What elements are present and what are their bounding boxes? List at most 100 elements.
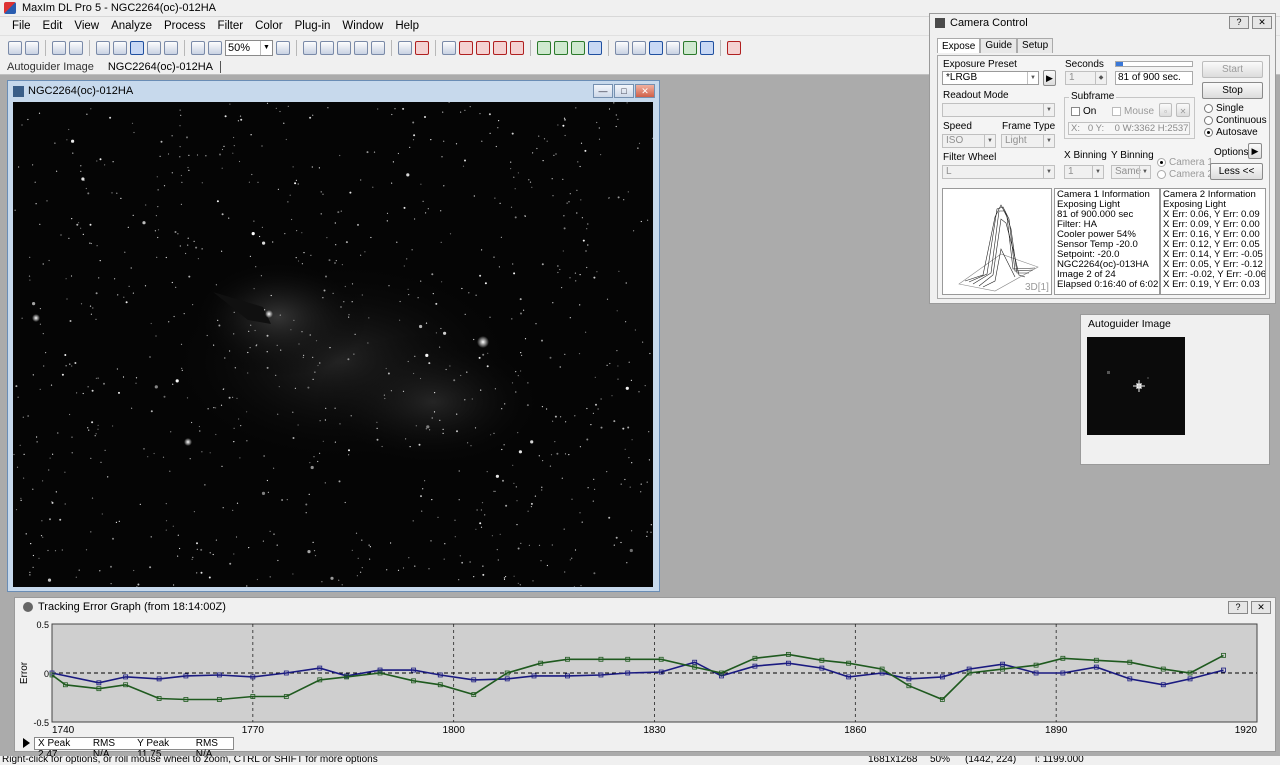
chevron-down-icon[interactable]: ▼ bbox=[1027, 72, 1038, 84]
minimize-button[interactable]: — bbox=[593, 84, 613, 98]
save-icon[interactable] bbox=[25, 40, 39, 55]
single-radio[interactable]: Single bbox=[1204, 103, 1244, 114]
tab-ngc2264[interactable]: NGC2264(oc)-012HA bbox=[101, 60, 221, 73]
stop-button[interactable]: Stop bbox=[1202, 82, 1263, 99]
autoguider-image[interactable] bbox=[1087, 337, 1185, 435]
checkbox-box[interactable] bbox=[1071, 107, 1080, 116]
menu-edit[interactable]: Edit bbox=[37, 20, 69, 32]
camera1-radio[interactable]: Camera 1 bbox=[1157, 157, 1213, 168]
screen-stretch-icon[interactable] bbox=[96, 40, 110, 55]
chevron-down-icon[interactable]: ▼ bbox=[984, 135, 995, 147]
speed-select[interactable]: ISO ▼ bbox=[942, 134, 996, 148]
overlay-icon[interactable] bbox=[632, 40, 646, 55]
copy-icon[interactable] bbox=[164, 40, 178, 55]
remove-icon[interactable] bbox=[493, 40, 507, 55]
menu-color[interactable]: Color bbox=[249, 20, 288, 32]
subframe-on-checkbox[interactable]: On bbox=[1071, 106, 1096, 117]
redo-icon[interactable] bbox=[69, 40, 83, 55]
play-icon[interactable] bbox=[23, 738, 30, 748]
image-window-titlebar[interactable]: NGC2264(oc)-012HA bbox=[8, 81, 659, 101]
chevron-down-icon[interactable]: ▼ bbox=[1043, 104, 1054, 116]
graph-icon[interactable] bbox=[683, 40, 697, 55]
tracking-error-chart[interactable]: 1740 1770 1800 1830 1860 1890 1920 0.5 0 -0.5 Erro… bbox=[15, 617, 1275, 735]
exposure-preset-select[interactable]: *LRGB ▼ bbox=[942, 71, 1039, 85]
crop-icon[interactable] bbox=[588, 40, 602, 55]
tab-guide[interactable]: Guide bbox=[980, 38, 1018, 53]
info-window-icon[interactable] bbox=[130, 40, 144, 55]
observatory-icon[interactable] bbox=[303, 40, 317, 55]
options-label[interactable]: Options bbox=[1214, 147, 1248, 158]
radio-dot[interactable] bbox=[1204, 128, 1213, 137]
subframe-select-button[interactable]: ▫ bbox=[1159, 103, 1172, 117]
tracking-graph-window[interactable]: Tracking Error Graph (from 18:14:00Z) ? … bbox=[14, 597, 1276, 760]
help-button[interactable]: ? bbox=[1228, 601, 1248, 614]
camera-icon[interactable] bbox=[371, 40, 385, 55]
chevron-down-icon[interactable]: ▼ bbox=[1092, 166, 1103, 178]
clipboard-icon[interactable] bbox=[147, 40, 161, 55]
subframe-mouse-checkbox[interactable]: Mouse bbox=[1112, 106, 1154, 117]
star-marker-icon[interactable] bbox=[727, 40, 741, 55]
tracking-graph-titlebar[interactable]: Tracking Error Graph (from 18:14:00Z) bbox=[15, 598, 1275, 616]
menu-filter[interactable]: Filter bbox=[212, 20, 250, 32]
seconds-stepper[interactable]: ◆ bbox=[1095, 72, 1106, 84]
menu-help[interactable]: Help bbox=[389, 20, 425, 32]
stack-icon[interactable] bbox=[398, 40, 412, 55]
subframe-clear-button[interactable]: ✕ bbox=[1176, 103, 1190, 117]
camera-control-titlebar[interactable]: Camera Control bbox=[930, 14, 1275, 32]
autosave-radio[interactable]: Autosave bbox=[1204, 127, 1258, 138]
image-icon[interactable] bbox=[649, 40, 663, 55]
reset-icon[interactable] bbox=[510, 40, 524, 55]
continuous-radio[interactable]: Continuous bbox=[1204, 115, 1267, 126]
radio-dot[interactable] bbox=[1157, 170, 1166, 179]
focuser-icon[interactable] bbox=[337, 40, 351, 55]
telescope-icon[interactable] bbox=[320, 40, 334, 55]
zoom-in-icon[interactable] bbox=[191, 40, 205, 55]
frame-type-select[interactable]: Light ▼ bbox=[1001, 134, 1055, 148]
camera2-radio[interactable]: Camera 2 bbox=[1157, 169, 1213, 180]
histogram-icon[interactable] bbox=[537, 40, 551, 55]
preset-play-button[interactable]: ▶ bbox=[1043, 70, 1056, 86]
radio-dot[interactable] bbox=[1157, 158, 1166, 167]
seconds-field[interactable]: 1 ◆ bbox=[1065, 71, 1107, 85]
undo-icon[interactable] bbox=[52, 40, 66, 55]
help-pointer-icon[interactable] bbox=[276, 40, 290, 55]
display-icon[interactable] bbox=[666, 40, 680, 55]
align-icon[interactable] bbox=[554, 40, 568, 55]
zoom-out-icon[interactable] bbox=[208, 40, 222, 55]
filter-wheel-icon[interactable] bbox=[354, 40, 368, 55]
window-icon[interactable] bbox=[615, 40, 629, 55]
less-button[interactable]: Less << bbox=[1210, 163, 1263, 180]
crosshair-icon[interactable] bbox=[113, 40, 127, 55]
camera-control-window[interactable]: Camera Control ? ✕ Expose Guide Setup Ex… bbox=[929, 13, 1276, 304]
help-button[interactable]: ? bbox=[1229, 16, 1249, 29]
checkbox-box[interactable] bbox=[1112, 107, 1121, 116]
combine-icon[interactable] bbox=[571, 40, 585, 55]
menu-file[interactable]: File bbox=[6, 20, 37, 32]
dropper-icon[interactable] bbox=[442, 40, 456, 55]
plus-icon[interactable] bbox=[415, 40, 429, 55]
autoguider-window[interactable]: Autoguider Image bbox=[1080, 314, 1270, 465]
calibrate-icon[interactable] bbox=[459, 40, 473, 55]
bad-pixel-icon[interactable] bbox=[476, 40, 490, 55]
x-binning-select[interactable]: 1 ▼ bbox=[1064, 165, 1104, 179]
open-icon[interactable] bbox=[8, 40, 22, 55]
menu-view[interactable]: View bbox=[68, 20, 105, 32]
tab-expose[interactable]: Expose bbox=[937, 38, 981, 53]
filter-wheel-select[interactable]: L ▼ bbox=[942, 165, 1055, 179]
close-button[interactable]: ✕ bbox=[1251, 601, 1271, 614]
y-binning-select[interactable]: Same ▼ bbox=[1111, 165, 1151, 179]
close-button[interactable]: ✕ bbox=[635, 84, 655, 98]
readout-mode-select[interactable]: ▼ bbox=[942, 103, 1055, 117]
chevron-down-icon[interactable]: ▼ bbox=[1139, 166, 1150, 178]
curve-icon[interactable] bbox=[700, 40, 714, 55]
radio-dot[interactable] bbox=[1204, 104, 1213, 113]
menu-window[interactable]: Window bbox=[336, 20, 389, 32]
tab-setup[interactable]: Setup bbox=[1017, 38, 1054, 53]
zoom-select[interactable]: 50% ▼ bbox=[225, 39, 273, 56]
start-button[interactable]: Start bbox=[1202, 61, 1263, 78]
radio-dot[interactable] bbox=[1204, 116, 1213, 125]
chevron-down-icon[interactable]: ▼ bbox=[1043, 135, 1054, 147]
chevron-down-icon[interactable]: ▼ bbox=[1043, 166, 1054, 178]
close-button[interactable]: ✕ bbox=[1252, 16, 1272, 29]
maximize-button[interactable]: □ bbox=[614, 84, 634, 98]
